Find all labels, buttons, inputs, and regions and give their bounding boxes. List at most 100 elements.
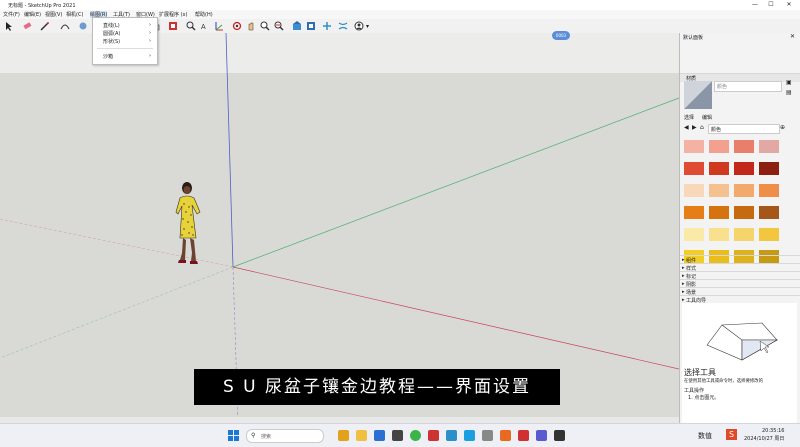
- color-swatch[interactable]: [734, 162, 754, 175]
- color-swatch[interactable]: [709, 162, 729, 175]
- clock-date[interactable]: 2024/10/27 周日: [744, 435, 784, 442]
- close-icon[interactable]: ✕: [790, 33, 795, 40]
- file-explorer-icon[interactable]: [356, 430, 367, 441]
- color-swatch[interactable]: [734, 206, 754, 219]
- pan-icon[interactable]: [246, 21, 256, 31]
- color-swatch[interactable]: [709, 184, 729, 197]
- paint-icon[interactable]: [78, 21, 88, 31]
- tab-select[interactable]: 选择: [684, 114, 694, 121]
- rotate-icon[interactable]: [168, 21, 178, 31]
- edge-icon[interactable]: [374, 430, 385, 441]
- text-icon[interactable]: A: [200, 21, 210, 31]
- chevron-down-icon[interactable]: ▾: [366, 23, 369, 30]
- notification-badge[interactable]: 0003: [552, 31, 570, 40]
- paint-bucket-icon[interactable]: ▣: [786, 79, 792, 86]
- extension-icon[interactable]: [306, 21, 316, 31]
- color-swatch[interactable]: [759, 140, 779, 153]
- ime-app-name[interactable]: 数值: [698, 431, 712, 441]
- color-swatch[interactable]: [684, 228, 704, 241]
- taskbar-search[interactable]: ⚲ 搜索: [246, 429, 324, 443]
- search-icon: ⚲: [251, 432, 256, 439]
- swatch-grid: [680, 136, 800, 263]
- color-swatch[interactable]: [709, 140, 729, 153]
- back-icon[interactable]: ◀: [684, 124, 689, 131]
- draw-menu-sandbox[interactable]: 沙箱: [103, 53, 113, 60]
- color-swatch[interactable]: [709, 206, 729, 219]
- tab-edit[interactable]: 编辑: [702, 114, 712, 121]
- model-viewport[interactable]: [0, 33, 679, 423]
- pencil-icon[interactable]: [40, 21, 50, 31]
- user-icon[interactable]: [354, 21, 364, 31]
- material-name-field[interactable]: 颜色: [714, 81, 782, 92]
- app-icon[interactable]: [446, 430, 457, 441]
- menu-camera[interactable]: 相机(C): [66, 11, 83, 18]
- close-button[interactable]: ✕: [782, 1, 796, 9]
- material-preview: [684, 81, 712, 109]
- blue-axis: [225, 33, 234, 268]
- color-swatch[interactable]: [759, 162, 779, 175]
- warehouse-icon[interactable]: [292, 21, 302, 31]
- color-swatch[interactable]: [684, 206, 704, 219]
- forward-icon[interactable]: ▶: [692, 124, 697, 131]
- instructor-panel: 选择工具 在使用其他工具或命令时，选择要修改的 工具操作 1. 点击图元。: [682, 303, 797, 423]
- color-swatch[interactable]: [684, 184, 704, 197]
- menu-divider: [97, 48, 153, 49]
- widgets-icon[interactable]: [338, 430, 349, 441]
- minimize-button[interactable]: —: [748, 1, 762, 9]
- maximize-button[interactable]: ☐: [764, 1, 778, 9]
- scale-icon[interactable]: [338, 21, 348, 31]
- color-swatch[interactable]: [734, 184, 754, 197]
- arc-icon[interactable]: [60, 21, 70, 31]
- material-collection-select[interactable]: 颜色: [708, 124, 780, 134]
- svg-text:A: A: [201, 24, 206, 31]
- menu-view[interactable]: 视图(V): [45, 11, 62, 18]
- panel-title: 默认面板: [683, 35, 704, 41]
- sketchup-taskbar-icon[interactable]: [428, 430, 439, 441]
- orbit-icon[interactable]: [232, 21, 242, 31]
- browser-icon[interactable]: [500, 430, 511, 441]
- video-app-icon[interactable]: [518, 430, 529, 441]
- instructor-title: 选择工具: [684, 368, 716, 377]
- zoom-icon[interactable]: [260, 21, 270, 31]
- chevron-right-icon: ›: [149, 30, 151, 36]
- chevron-right-icon: ›: [149, 38, 151, 44]
- create-material-icon[interactable]: ▤: [786, 89, 792, 96]
- home-icon[interactable]: ⌂: [700, 124, 704, 131]
- draw-menu-line[interactable]: 直线(L): [103, 22, 120, 29]
- color-swatch[interactable]: [734, 228, 754, 241]
- terminal-icon[interactable]: [554, 430, 565, 441]
- store-icon[interactable]: [392, 430, 403, 441]
- color-swatch[interactable]: [684, 162, 704, 175]
- sogou-icon[interactable]: S: [726, 429, 737, 440]
- menu-edit[interactable]: 编辑(E): [24, 11, 41, 18]
- green-axis: [232, 97, 679, 268]
- clock-time[interactable]: 20:35:16: [762, 428, 784, 434]
- color-swatch[interactable]: [709, 228, 729, 241]
- eraser-icon[interactable]: [22, 21, 32, 31]
- tape-icon[interactable]: [186, 21, 196, 31]
- instructor-description: 在使用其他工具或命令时，选择要修改的: [684, 379, 764, 384]
- menu-extensions[interactable]: 扩展程序 (x): [159, 11, 187, 18]
- color-swatch[interactable]: [759, 184, 779, 197]
- color-swatch[interactable]: [734, 140, 754, 153]
- details-icon[interactable]: ⊕: [780, 124, 785, 131]
- zoom-extents-icon[interactable]: [274, 21, 284, 31]
- start-icon[interactable]: [228, 430, 239, 441]
- draw-menu-arc[interactable]: 圆弧(A): [103, 30, 120, 37]
- instructor-section: 工具操作: [684, 388, 705, 394]
- tool-app-icon[interactable]: [536, 430, 547, 441]
- settings-icon[interactable]: [482, 430, 493, 441]
- color-swatch[interactable]: [759, 206, 779, 219]
- color-swatch[interactable]: [759, 228, 779, 241]
- draw-menu-shape[interactable]: 形状(S): [103, 38, 120, 45]
- axes-icon[interactable]: [214, 21, 224, 31]
- select-icon[interactable]: [4, 21, 14, 31]
- chevron-right-icon: ›: [149, 22, 151, 28]
- move-icon[interactable]: [322, 21, 332, 31]
- color-swatch[interactable]: [684, 140, 704, 153]
- chevron-right-icon: ›: [149, 53, 151, 59]
- menu-file[interactable]: 文件(F): [3, 11, 20, 18]
- qq-icon[interactable]: [464, 430, 475, 441]
- wechat-icon[interactable]: [410, 430, 421, 441]
- menu-help[interactable]: 帮助(H): [195, 11, 213, 18]
